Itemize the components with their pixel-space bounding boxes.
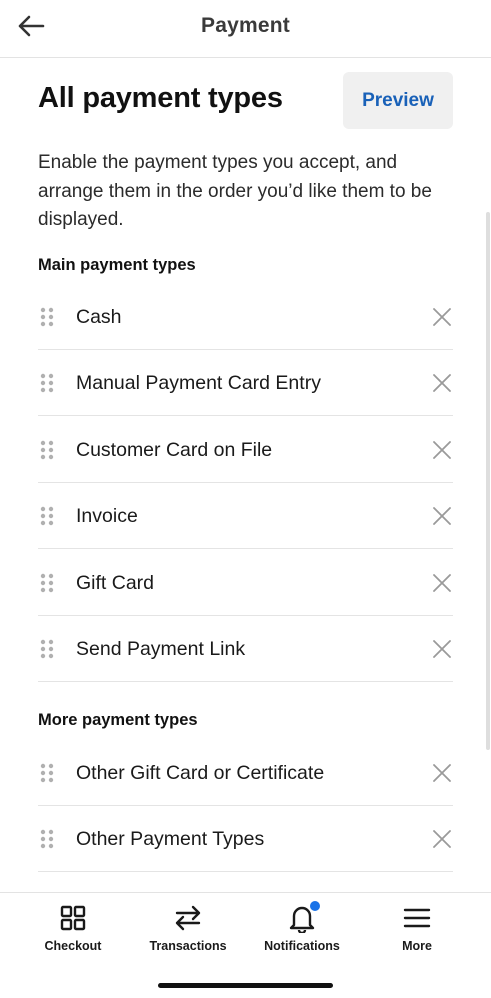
remove-button[interactable] [431, 505, 453, 527]
remove-button[interactable] [431, 372, 453, 394]
drag-handle-icon[interactable] [39, 506, 55, 526]
drag-handle-icon[interactable] [39, 573, 55, 593]
drag-handle-icon[interactable] [39, 763, 55, 783]
grid-icon [60, 905, 86, 931]
remove-button[interactable] [431, 638, 453, 660]
close-icon [433, 764, 451, 782]
payment-type-label: Send Payment Link [76, 638, 246, 660]
remove-button[interactable] [431, 762, 453, 784]
remove-button[interactable] [431, 306, 453, 328]
preview-button[interactable]: Preview [343, 72, 453, 129]
payment-type-row[interactable]: Customer Card on File [38, 417, 453, 483]
scrollbar[interactable] [486, 212, 490, 750]
payment-type-label: Other Payment Types [76, 828, 265, 850]
close-icon [433, 640, 451, 658]
payment-type-row[interactable]: Send Payment Link [38, 616, 453, 682]
tab-label: Notifications [264, 939, 340, 953]
more-payment-types-heading: More payment types [38, 711, 198, 729]
remove-button[interactable] [431, 572, 453, 594]
drag-handle-icon[interactable] [39, 829, 55, 849]
tab-checkout[interactable]: Checkout [16, 893, 130, 963]
tab-transactions[interactable]: Transactions [131, 893, 245, 963]
header-title: Payment [201, 14, 290, 37]
payment-type-label: Invoice [76, 505, 138, 527]
tab-notifications[interactable]: Notifications [245, 893, 359, 963]
drag-handle-icon[interactable] [39, 440, 55, 460]
close-icon [433, 507, 451, 525]
tab-label: Checkout [44, 939, 102, 953]
swap-arrows-icon [175, 905, 201, 931]
payment-type-row[interactable]: Other Payment Types [38, 806, 453, 872]
payment-type-row[interactable]: Other Gift Card or Certificate [38, 740, 453, 806]
top-bar: Payment [0, 0, 491, 58]
main-payment-types-heading: Main payment types [38, 256, 196, 274]
payment-type-row[interactable]: Invoice [38, 483, 453, 549]
page-description: Enable the payment types you accept, and… [38, 152, 432, 230]
payment-type-label: Cash [76, 306, 122, 328]
payment-type-label: Gift Card [76, 572, 155, 594]
remove-button[interactable] [431, 439, 453, 461]
home-indicator[interactable] [158, 983, 333, 988]
tab-label: More [402, 939, 432, 953]
close-icon [433, 374, 451, 392]
drag-handle-icon[interactable] [39, 639, 55, 659]
drag-handle-icon[interactable] [39, 307, 55, 327]
payment-type-label: Manual Payment Card Entry [76, 372, 321, 394]
close-icon [433, 830, 451, 848]
tab-label: Transactions [149, 939, 227, 953]
remove-button[interactable] [431, 828, 453, 850]
page-title: All payment types [38, 82, 283, 114]
menu-icon [403, 908, 431, 928]
payment-type-label: Customer Card on File [76, 439, 273, 461]
drag-handle-icon[interactable] [39, 373, 55, 393]
close-icon [433, 308, 451, 326]
payment-type-row[interactable]: Manual Payment Card Entry [38, 350, 453, 416]
payment-type-row[interactable]: Cash [38, 284, 453, 350]
close-icon [433, 441, 451, 459]
notification-badge-dot [308, 899, 322, 913]
payment-type-label: Other Gift Card or Certificate [76, 762, 325, 784]
payment-type-row[interactable]: Gift Card [38, 550, 453, 616]
tab-more[interactable]: More [360, 893, 474, 963]
close-icon [433, 574, 451, 592]
